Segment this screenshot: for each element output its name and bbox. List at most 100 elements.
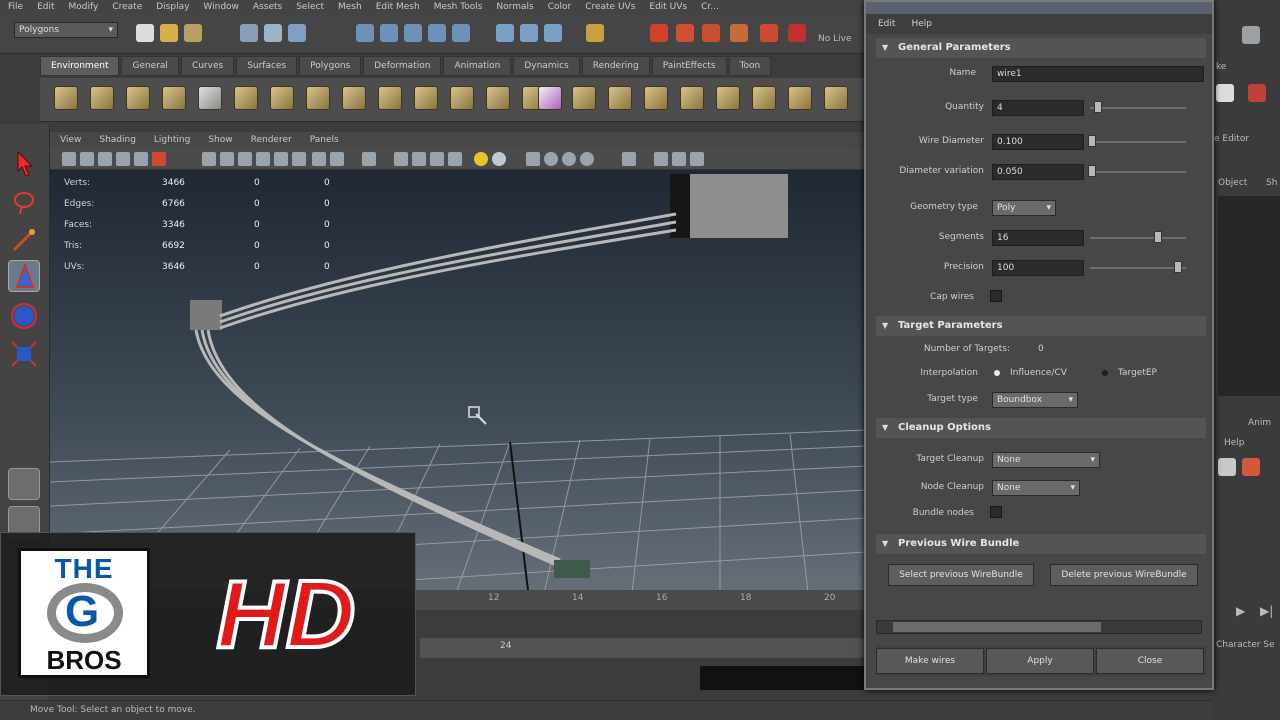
save-scene-icon[interactable] (184, 24, 202, 42)
dialog-menu-edit[interactable]: Edit (878, 19, 895, 29)
sun-icon[interactable] (474, 152, 488, 166)
tab-animation[interactable]: Animation (443, 56, 512, 76)
camera-icon[interactable] (62, 152, 76, 166)
render-settings-icon[interactable] (702, 24, 720, 42)
name-field[interactable]: wire1 (992, 66, 1204, 82)
vp-menu-lighting[interactable]: Lighting (154, 135, 190, 145)
shadows-icon[interactable] (274, 152, 288, 166)
range-slider[interactable]: 24 (420, 638, 866, 658)
xray-joints-icon[interactable] (362, 152, 376, 166)
shelf-tool-icon[interactable] (608, 86, 632, 110)
shelf-tool-icon[interactable] (162, 86, 186, 110)
wireframe-icon[interactable] (202, 152, 216, 166)
target-type-dropdown[interactable]: Boundbox (992, 392, 1078, 408)
segments-field[interactable]: 16 (992, 230, 1084, 246)
tab-polygons[interactable]: Polygons (299, 56, 362, 76)
ambient-occlusion-icon[interactable] (394, 152, 408, 166)
render-view-icon[interactable] (760, 24, 778, 42)
tab-painteffects[interactable]: PaintEffects (651, 56, 727, 76)
menu-window[interactable]: Window (203, 2, 239, 12)
range-end-value[interactable]: 24 (500, 641, 511, 651)
diameter-variation-field[interactable]: 0.050 (992, 164, 1084, 180)
magnet-icon[interactable] (788, 24, 806, 42)
sphere-shaded-icon[interactable] (544, 152, 558, 166)
vp-menu-shading[interactable]: Shading (99, 135, 136, 145)
tab-surfaces[interactable]: Surfaces (236, 56, 298, 76)
shelf-tool-icon[interactable] (234, 86, 258, 110)
menu-mesh[interactable]: Mesh (338, 2, 362, 12)
layout-single-icon[interactable] (8, 468, 40, 500)
lasso-tool-icon[interactable] (8, 186, 40, 218)
dialog-menu-help[interactable]: Help (911, 19, 932, 29)
snap-grid-icon[interactable] (356, 24, 374, 42)
magnet-icon[interactable] (1242, 26, 1260, 44)
lights-icon[interactable] (256, 152, 270, 166)
rotate-tool-icon[interactable] (8, 300, 40, 332)
shelf-tool-icon[interactable] (450, 86, 474, 110)
select-object-icon[interactable] (264, 24, 282, 42)
tab-rendering[interactable]: Rendering (581, 56, 650, 76)
precision-slider[interactable] (1090, 267, 1186, 269)
smooth-shade-icon[interactable] (220, 152, 234, 166)
paint-select-tool-icon[interactable] (8, 224, 40, 256)
scrollbar-thumb[interactable] (893, 622, 1101, 632)
shelf-tool-icon[interactable] (716, 86, 740, 110)
select-component-icon[interactable] (288, 24, 306, 42)
node-cleanup-dropdown[interactable]: None (992, 480, 1080, 496)
shelf-tool-icon[interactable] (824, 86, 848, 110)
menu-file[interactable]: File (8, 2, 23, 12)
precision-field[interactable]: 100 (992, 260, 1084, 276)
new-scene-icon[interactable] (136, 24, 154, 42)
tab-environment[interactable]: Environment (40, 56, 120, 76)
select-tool-icon[interactable] (8, 148, 40, 180)
make-wires-button[interactable]: Make wires (876, 648, 984, 674)
shelf-tool-icon[interactable] (378, 86, 402, 110)
shelf-tool-icon[interactable] (486, 86, 510, 110)
tab-toon[interactable]: Toon (728, 56, 772, 76)
menu-normals[interactable]: Normals (496, 2, 533, 12)
antialias-icon[interactable] (430, 152, 444, 166)
menu-modify[interactable]: Modify (69, 2, 99, 12)
render-frame-icon[interactable] (650, 24, 668, 42)
menu-edit-uvs[interactable]: Edit UVs (649, 2, 687, 12)
xray-icon[interactable] (292, 152, 306, 166)
snap-curve-icon[interactable] (380, 24, 398, 42)
menu-assets[interactable]: Assets (253, 2, 282, 12)
vp-menu-renderer[interactable]: Renderer (251, 135, 292, 145)
dialog-titlebar[interactable] (866, 2, 1212, 14)
cap-wires-checkbox[interactable] (990, 290, 1002, 302)
menu-mesh-tools[interactable]: Mesh Tools (434, 2, 483, 12)
diameter-variation-slider[interactable] (1090, 171, 1186, 173)
textured-icon[interactable] (238, 152, 252, 166)
scale-tool-icon[interactable] (8, 338, 40, 370)
segments-slider-handle[interactable] (1154, 231, 1162, 243)
shelf-tool-icon[interactable] (752, 86, 776, 110)
quantity-slider-handle[interactable] (1094, 101, 1102, 113)
motion-blur-icon[interactable] (412, 152, 426, 166)
close-button[interactable]: Close (1096, 648, 1204, 674)
menu-edit-mesh[interactable]: Edit Mesh (376, 2, 420, 12)
sphere-wire-icon[interactable] (562, 152, 576, 166)
resolution-gate-icon[interactable] (152, 152, 166, 166)
shelf-tool-icon[interactable] (54, 86, 78, 110)
menu-set-dropdown[interactable]: Polygons (14, 22, 118, 38)
grid-icon[interactable] (116, 152, 130, 166)
history-icon[interactable] (496, 24, 514, 42)
precision-slider-handle[interactable] (1174, 261, 1182, 273)
wire-diameter-slider-handle[interactable] (1088, 135, 1096, 147)
dome-icon[interactable] (526, 152, 540, 166)
construction-history-icon[interactable] (586, 24, 604, 42)
color-management-icon[interactable] (672, 152, 686, 166)
menu-create[interactable]: Create (112, 2, 142, 12)
snap-surface-icon[interactable] (452, 24, 470, 42)
shelf-tool-icon[interactable] (342, 86, 366, 110)
bundle-nodes-checkbox[interactable] (990, 506, 1002, 518)
film-gate-icon[interactable] (134, 152, 148, 166)
shelf-tool-icon[interactable] (270, 86, 294, 110)
menu-display[interactable]: Display (156, 2, 189, 12)
shelf-light-icon[interactable] (538, 86, 562, 110)
vp-menu-panels[interactable]: Panels (310, 135, 339, 145)
outputs-icon[interactable] (544, 24, 562, 42)
menu-more[interactable]: Cr... (701, 2, 719, 12)
shelf-tool-icon[interactable] (126, 86, 150, 110)
